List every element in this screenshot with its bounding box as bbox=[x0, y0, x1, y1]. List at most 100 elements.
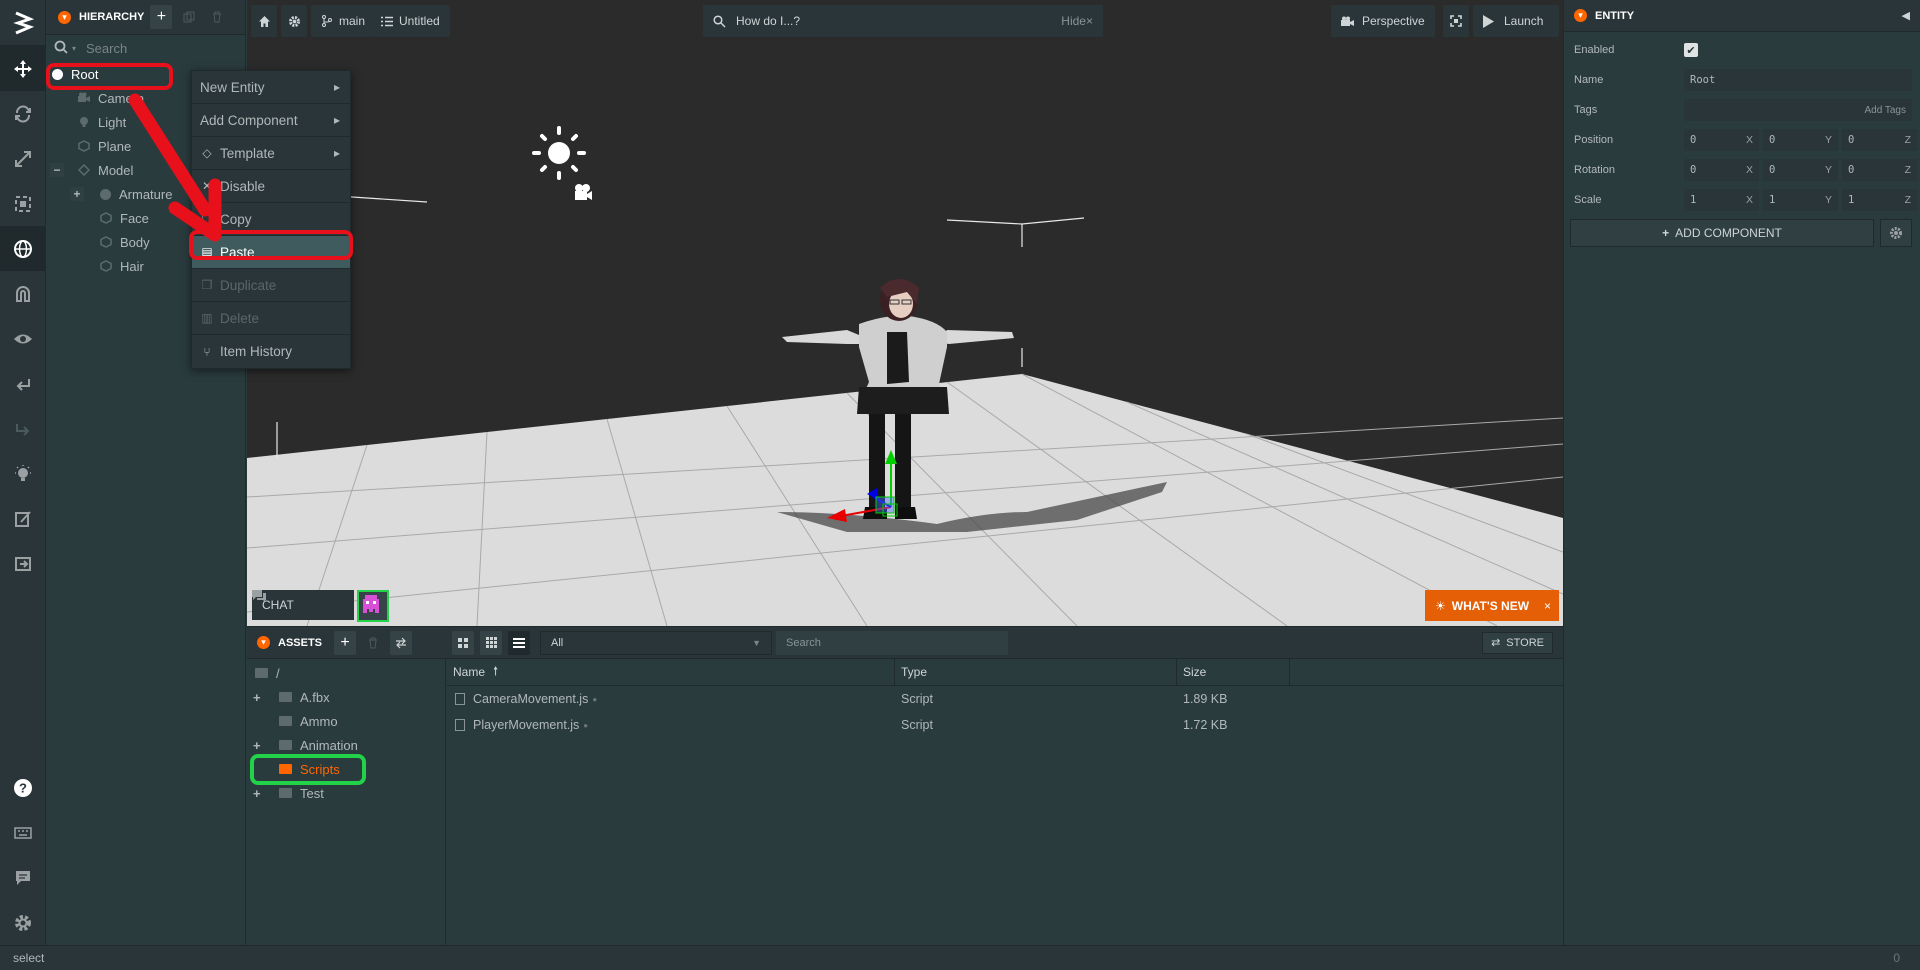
position-z-field[interactable]: 0Z bbox=[1842, 129, 1917, 151]
name-label: Name bbox=[1574, 74, 1604, 86]
redo-icon[interactable] bbox=[0, 406, 46, 451]
scene-viewport[interactable]: CHAT ☀ WHAT'S NEW × bbox=[247, 42, 1563, 626]
feedback-icon[interactable] bbox=[0, 855, 46, 900]
collapse-panel-icon[interactable]: ▾ bbox=[257, 636, 270, 649]
resize-tool-icon[interactable] bbox=[0, 181, 46, 226]
world-space-icon[interactable] bbox=[0, 226, 46, 271]
chat-button[interactable]: CHAT bbox=[252, 590, 354, 620]
menu-item-template[interactable]: ◇ Template bbox=[192, 137, 350, 170]
search-dropdown-icon[interactable]: ▾ bbox=[72, 44, 76, 53]
rotation-x-field[interactable]: 0X bbox=[1684, 159, 1759, 181]
rotation-label: Rotation bbox=[1574, 164, 1615, 176]
launch-label: Launch bbox=[1504, 14, 1544, 28]
collapse-sidebar-icon[interactable]: ◀ bbox=[1902, 9, 1910, 22]
folder-afbx[interactable]: + A.fbx bbox=[247, 685, 445, 709]
scale-x-field[interactable]: 1X bbox=[1684, 189, 1759, 211]
code-editor-icon[interactable] bbox=[0, 496, 46, 541]
component-settings-button[interactable] bbox=[1880, 219, 1912, 247]
column-size[interactable]: Size bbox=[1177, 658, 1290, 686]
inspector-header: ▾ ENTITY ◀ bbox=[1564, 0, 1920, 32]
collapse-panel-icon[interactable]: ▾ bbox=[58, 10, 71, 24]
tree-item-label: Hair bbox=[120, 258, 144, 274]
asset-type-filter[interactable]: All ▼ bbox=[540, 630, 773, 655]
menu-item-new-entity[interactable]: New Entity bbox=[192, 71, 350, 104]
store-icon: ⇄ bbox=[1491, 637, 1501, 649]
rotation-z-field[interactable]: 0Z bbox=[1842, 159, 1917, 181]
whats-new-button[interactable]: ☀ WHAT'S NEW × bbox=[1425, 590, 1559, 621]
folder-ammo[interactable]: Ammo bbox=[247, 709, 445, 733]
add-entity-button[interactable]: + bbox=[150, 5, 173, 29]
add-asset-button[interactable]: + bbox=[334, 630, 357, 655]
copy-icon: ❐ bbox=[201, 212, 213, 226]
menu-item-item-history[interactable]: ⑂ Item History bbox=[192, 335, 350, 368]
rotate-tool-icon[interactable] bbox=[0, 91, 46, 136]
user-avatar[interactable] bbox=[357, 590, 389, 622]
asset-name: PlayerMovement.js bbox=[473, 718, 580, 732]
column-name[interactable]: Name 🠕 bbox=[447, 658, 895, 686]
focus-eye-icon[interactable] bbox=[0, 316, 46, 361]
playcanvas-logo[interactable] bbox=[0, 0, 46, 46]
enabled-checkbox[interactable]: ✔ bbox=[1684, 43, 1698, 57]
menu-item-delete[interactable]: ▥ Delete bbox=[192, 302, 350, 335]
camera-icon bbox=[78, 92, 90, 104]
assets-header: ▾ ASSETS + All ▼ Search ⇄ STORE bbox=[247, 627, 1563, 659]
viewport-top-bar: main Untitled How do I...? Hide× Perspec… bbox=[247, 0, 1563, 42]
collapse-minus-icon[interactable]: − bbox=[50, 163, 64, 177]
undo-icon[interactable] bbox=[0, 361, 46, 406]
scene-button[interactable]: Untitled bbox=[371, 5, 450, 37]
publish-icon[interactable] bbox=[0, 541, 46, 586]
plus-icon: + bbox=[1662, 226, 1670, 240]
project-settings-button[interactable] bbox=[281, 5, 307, 37]
fullscreen-button[interactable] bbox=[1443, 5, 1469, 37]
branch-button[interactable]: main bbox=[311, 5, 376, 37]
menu-item-duplicate[interactable]: ❐ Duplicate bbox=[192, 269, 350, 302]
hierarchy-search[interactable]: ▾ Search bbox=[46, 35, 245, 62]
translate-tool-icon[interactable] bbox=[0, 46, 46, 91]
position-y-field[interactable]: 0Y bbox=[1763, 129, 1838, 151]
light-gizmo-icon bbox=[532, 126, 586, 180]
asset-row[interactable]: CameraMovement.js ● Script 1.89 KB bbox=[447, 686, 1563, 712]
camera-select-button[interactable]: Perspective bbox=[1331, 5, 1435, 37]
scale-z-field[interactable]: 1Z bbox=[1842, 189, 1917, 211]
asset-row[interactable]: PlayerMovement.js ● Script 1.72 KB bbox=[447, 712, 1563, 738]
expand-plus-icon[interactable]: + bbox=[70, 187, 84, 201]
whats-new-label: WHAT'S NEW bbox=[1451, 598, 1530, 613]
delete-entity-button[interactable] bbox=[206, 5, 228, 29]
delete-asset-button[interactable] bbox=[362, 631, 384, 655]
status-dot-icon: ● bbox=[583, 720, 589, 730]
duplicate-entity-button[interactable] bbox=[178, 5, 200, 29]
store-button[interactable]: ⇄ STORE bbox=[1482, 631, 1553, 654]
asset-search-input[interactable]: Search bbox=[776, 630, 1009, 655]
collapse-panel-icon[interactable]: ▾ bbox=[1574, 9, 1587, 22]
menu-item-disable[interactable]: ✕ Disable bbox=[192, 170, 350, 203]
controls-keyboard-icon[interactable] bbox=[0, 810, 46, 855]
view-details-list-icon[interactable] bbox=[508, 630, 531, 655]
launch-button[interactable]: Launch bbox=[1473, 5, 1559, 37]
position-x-field[interactable]: 0X bbox=[1684, 129, 1759, 151]
settings-gear-icon[interactable] bbox=[0, 900, 46, 945]
expand-plus-icon[interactable]: + bbox=[253, 738, 261, 753]
folder-root[interactable]: / bbox=[247, 661, 445, 685]
expand-plus-icon[interactable]: + bbox=[253, 786, 261, 801]
back-button[interactable] bbox=[390, 630, 413, 655]
close-icon[interactable]: × bbox=[1544, 599, 1551, 613]
view-large-grid-icon[interactable] bbox=[452, 630, 475, 655]
tags-field[interactable]: Add Tags bbox=[1684, 99, 1912, 121]
scale-y-field[interactable]: 1Y bbox=[1763, 189, 1838, 211]
expand-plus-icon[interactable]: + bbox=[253, 690, 261, 705]
help-icon[interactable]: ? bbox=[0, 765, 46, 810]
column-type[interactable]: Type bbox=[895, 658, 1177, 686]
scale-tool-icon[interactable] bbox=[0, 136, 46, 181]
menu-item-add-component[interactable]: Add Component bbox=[192, 104, 350, 137]
help-search-box[interactable]: How do I...? Hide× bbox=[703, 5, 1103, 37]
gear-icon bbox=[288, 15, 300, 27]
name-field[interactable]: Root bbox=[1684, 69, 1912, 91]
hide-help-button[interactable]: Hide× bbox=[1061, 14, 1093, 28]
script-file-icon bbox=[455, 719, 465, 731]
bake-lightmap-icon[interactable] bbox=[0, 451, 46, 496]
add-component-button[interactable]: + ADD COMPONENT bbox=[1570, 219, 1874, 247]
home-button[interactable] bbox=[251, 5, 277, 37]
snap-magnet-icon[interactable] bbox=[0, 271, 46, 316]
view-small-grid-icon[interactable] bbox=[480, 630, 503, 655]
rotation-y-field[interactable]: 0Y bbox=[1763, 159, 1838, 181]
